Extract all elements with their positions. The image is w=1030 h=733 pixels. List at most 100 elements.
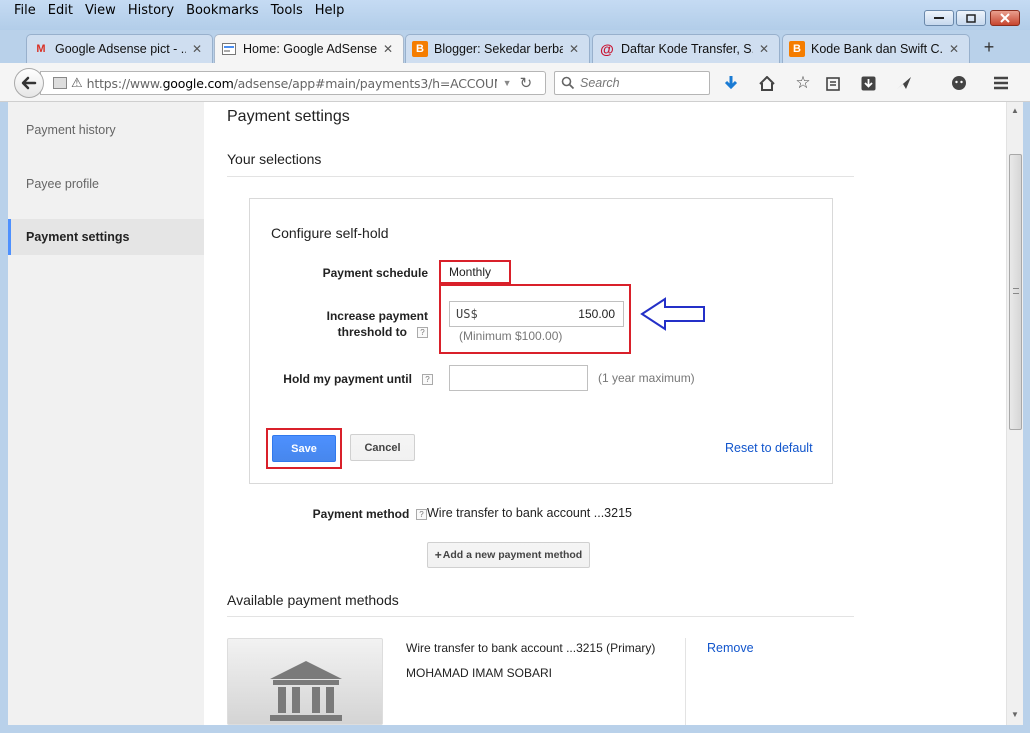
self-hold-card: Configure self-hold Payment schedule Mon…: [249, 198, 833, 484]
page-content: Payment history Payee profile Payment se…: [8, 102, 1006, 725]
threshold-label: Increase payment threshold to ?: [290, 308, 428, 340]
minimize-icon: [934, 17, 944, 19]
cancel-button[interactable]: Cancel: [350, 434, 415, 461]
hello-button[interactable]: [948, 72, 970, 94]
reload-icon[interactable]: ↻: [520, 74, 533, 92]
close-icon: [1000, 13, 1010, 23]
scroll-up-icon[interactable]: ▲: [1011, 106, 1019, 115]
new-tab-button[interactable]: +: [978, 36, 1000, 58]
tab-close-icon[interactable]: ✕: [757, 42, 771, 56]
account-holder-name: MOHAMAD IMAM SOBARI: [406, 666, 553, 680]
hold-label: Hold my payment until ?: [270, 371, 433, 387]
sidebar-item-payee-profile[interactable]: Payee profile: [8, 166, 204, 202]
tab-daftar-kode[interactable]: @ Daftar Kode Transfer, S... ✕: [592, 34, 780, 63]
scrollbar-thumb[interactable]: [1009, 154, 1022, 430]
reset-to-default-link[interactable]: Reset to default: [725, 441, 813, 455]
tab-kode-bank[interactable]: B Kode Bank dan Swift C... ✕: [782, 34, 970, 63]
vertical-scrollbar[interactable]: ▲ ▼: [1006, 102, 1023, 725]
hold-date-input[interactable]: [449, 365, 588, 391]
help-icon[interactable]: ?: [417, 327, 428, 339]
tab-title: Daftar Kode Transfer, S...: [621, 42, 753, 56]
url-text: https://www.google.com/adsense/app#main/…: [86, 75, 497, 91]
tab-adsense[interactable]: Home: Google AdSense ✕: [214, 34, 404, 63]
remove-link[interactable]: Remove: [707, 641, 754, 655]
config-title: Configure self-hold: [271, 225, 389, 241]
scroll-down-icon[interactable]: ▼: [1011, 710, 1019, 719]
help-icon[interactable]: ?: [416, 509, 427, 521]
maximize-icon: [966, 13, 976, 23]
menu-view[interactable]: View: [79, 2, 122, 20]
divider: [227, 616, 854, 617]
menu-file[interactable]: File: [8, 2, 42, 20]
available-method-name: Wire transfer to bank account ...3215 (P…: [406, 641, 656, 655]
url-bar[interactable]: ⚠ https://www.google.com/adsense/app#mai…: [40, 71, 546, 95]
identity-icon[interactable]: [53, 77, 67, 89]
hamburger-icon: [994, 76, 1008, 90]
tab-close-icon[interactable]: ✕: [947, 42, 961, 56]
vertical-divider: [685, 638, 686, 725]
menu-tools[interactable]: Tools: [265, 2, 309, 20]
tab-gmail[interactable]: M Google Adsense pict - ... ✕: [26, 34, 213, 63]
threshold-label-line2: threshold to ?: [290, 324, 428, 340]
minimize-button[interactable]: [924, 10, 954, 26]
tab-close-icon[interactable]: ✕: [567, 42, 581, 56]
close-window-button[interactable]: [990, 10, 1020, 26]
payment-method-value: Wire transfer to bank account ...3215: [427, 506, 632, 520]
selections-heading: Your selections: [227, 151, 322, 167]
tab-title: Kode Bank dan Swift C...: [811, 42, 943, 56]
chat-face-icon: [952, 76, 966, 90]
menu-button[interactable]: [990, 72, 1012, 94]
downloads-button[interactable]: [720, 72, 742, 94]
paper-plane-icon: [897, 77, 911, 89]
menu-help[interactable]: Help: [309, 2, 351, 20]
pocket-button[interactable]: [857, 72, 879, 94]
menu-history[interactable]: History: [122, 2, 180, 20]
tab-blogger[interactable]: B Blogger: Sekedar berba... ✕: [405, 34, 590, 63]
menu-bar: File Edit View History Bookmarks Tools H…: [8, 2, 350, 20]
navigation-bar: ⚠ https://www.google.com/adsense/app#mai…: [0, 63, 1030, 102]
share-button[interactable]: [893, 72, 915, 94]
sidebar-item-payment-settings[interactable]: Payment settings: [8, 219, 204, 255]
threshold-minimum: (Minimum $100.00): [459, 329, 563, 343]
home-icon: [759, 75, 775, 91]
currency-prefix: US$: [456, 307, 478, 321]
blogger-icon: B: [412, 41, 428, 57]
plus-icon: +: [434, 548, 442, 562]
tab-close-icon[interactable]: ✕: [381, 42, 395, 56]
sidebar-item-payment-history[interactable]: Payment history: [8, 112, 204, 148]
schedule-label: Payment schedule: [322, 266, 428, 280]
home-button[interactable]: [756, 72, 778, 94]
gmail-icon: M: [36, 43, 46, 55]
grip-icon: [1013, 288, 1019, 294]
available-methods-heading: Available payment methods: [227, 592, 399, 608]
threshold-value: 150.00: [578, 307, 615, 321]
back-arrow-icon: [21, 76, 37, 90]
payment-method-label: Payment method ?: [267, 506, 427, 522]
tab-strip: M Google Adsense pict - ... ✕ Home: Goog…: [0, 30, 1030, 63]
warning-icon[interactable]: ⚠: [71, 75, 83, 91]
blogger-icon: B: [789, 41, 805, 57]
sidebar: Payment history Payee profile Payment se…: [8, 102, 204, 725]
back-button[interactable]: [14, 68, 44, 98]
tab-close-icon[interactable]: ✕: [190, 42, 204, 56]
main-panel: Payment settings Your selections Configu…: [227, 102, 867, 725]
divider: [227, 176, 854, 177]
bookmarks-menu-button[interactable]: [822, 72, 844, 94]
add-payment-method-button[interactable]: + Add a new payment method: [427, 542, 590, 568]
menu-bookmarks[interactable]: Bookmarks: [180, 2, 265, 20]
save-page-icon: [861, 76, 875, 90]
threshold-input[interactable]: US$ 150.00: [449, 301, 624, 327]
save-button[interactable]: Save: [272, 435, 336, 462]
annotation-arrow-icon: [640, 297, 705, 331]
bookmark-star-button[interactable]: ☆: [792, 72, 814, 94]
help-icon[interactable]: ?: [422, 374, 433, 386]
search-input[interactable]: Search: [554, 71, 710, 95]
dropdown-arrow-icon[interactable]: ▼: [503, 78, 512, 88]
menu-edit[interactable]: Edit: [42, 2, 79, 20]
tab-title: Blogger: Sekedar berba...: [434, 42, 563, 56]
maximize-button[interactable]: [956, 10, 986, 26]
star-icon: ☆: [795, 73, 811, 92]
download-arrow-icon: [724, 76, 738, 90]
page-title: Payment settings: [227, 108, 350, 125]
tab-title: Google Adsense pict - ...: [55, 42, 186, 56]
